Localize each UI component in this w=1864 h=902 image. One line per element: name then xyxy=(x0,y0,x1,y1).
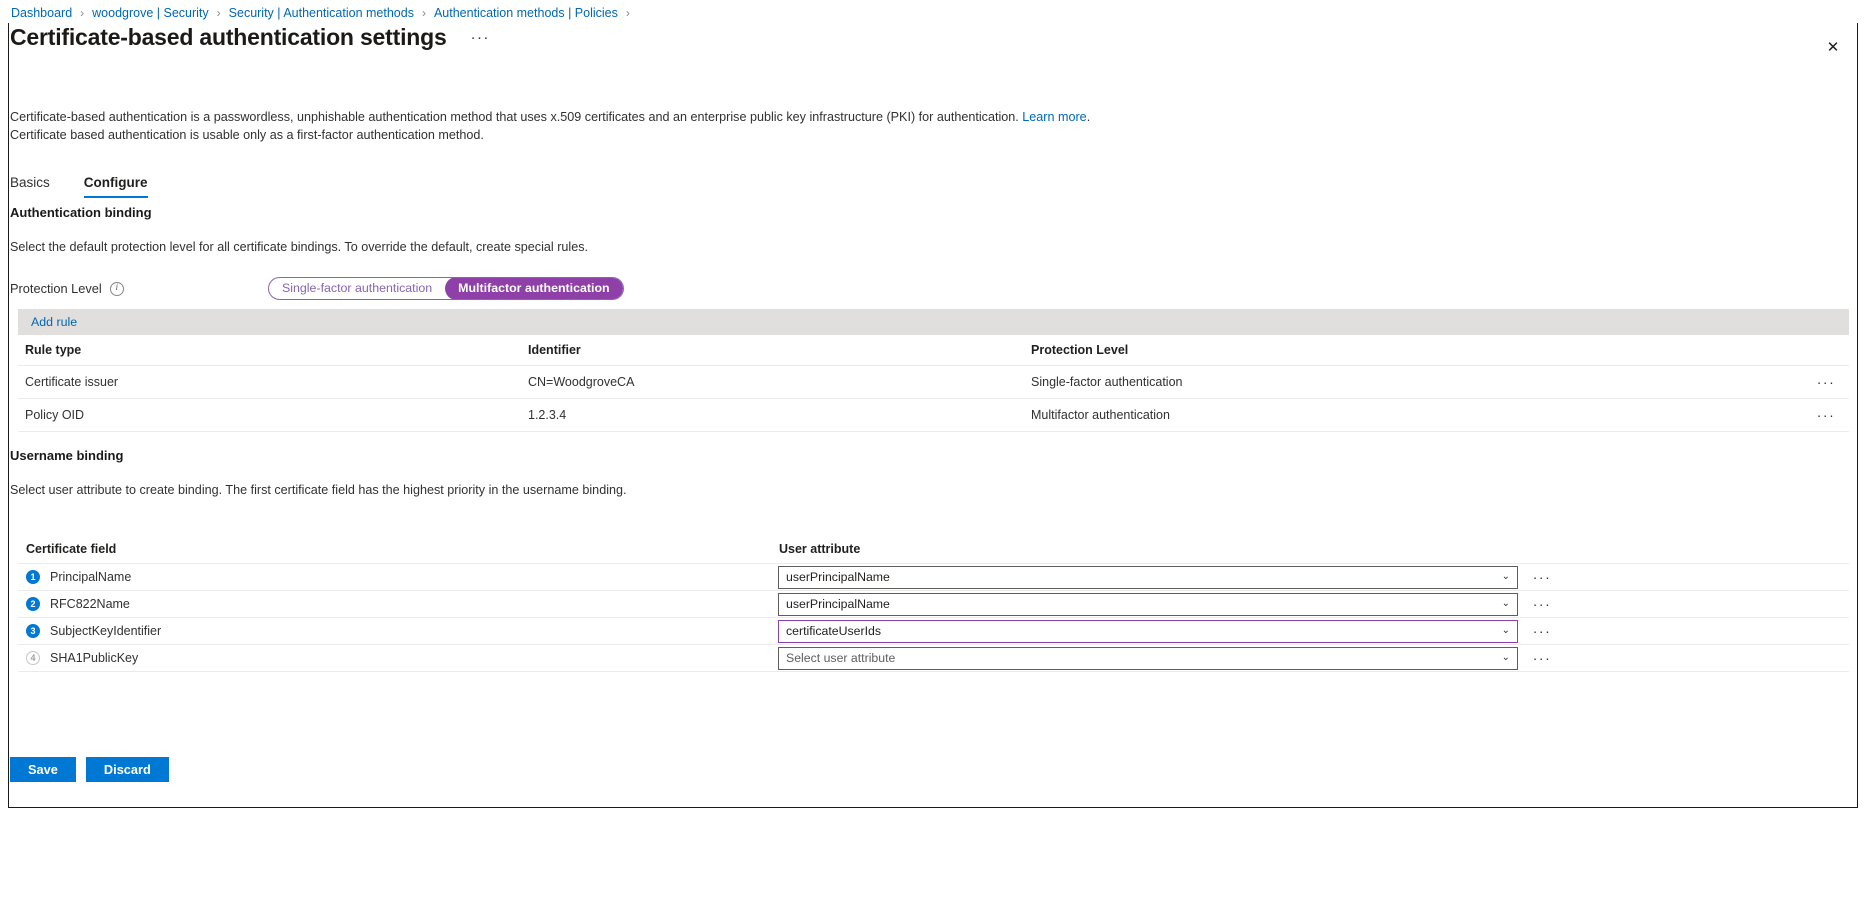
description-line-1: Certificate-based authentication is a pa… xyxy=(10,108,1090,126)
certificate-field-label: SHA1PublicKey xyxy=(50,651,139,665)
tab-configure[interactable]: Configure xyxy=(83,175,158,198)
user-attribute-dropdown[interactable]: userPrincipalName ⌄ xyxy=(778,565,1518,589)
user-attribute-cell: userPrincipalName ⌄ ··· xyxy=(778,565,1849,589)
row-context-menu-icon[interactable]: ··· xyxy=(1803,375,1849,389)
order-badge: 3 xyxy=(26,624,40,638)
certificate-field-label: RFC822Name xyxy=(50,597,130,611)
list-item: 1 PrincipalName userPrincipalName ⌄ ··· xyxy=(18,564,1849,591)
tab-list: Basics Configure xyxy=(10,168,182,198)
discard-button[interactable]: Discard xyxy=(85,757,169,782)
list-item: 3 SubjectKeyIdentifier certificateUserId… xyxy=(18,618,1849,645)
user-attribute-cell: userPrincipalName ⌄ ··· xyxy=(778,592,1849,616)
protection-level-option-multifactor[interactable]: Multifactor authentication xyxy=(445,278,623,299)
protection-level-option-single-factor[interactable]: Single-factor authentication xyxy=(269,278,445,299)
row-context-menu-icon[interactable]: ··· xyxy=(1522,570,1562,584)
rule-type-cell: Certificate issuer xyxy=(25,375,119,389)
username-binding-heading: Username binding xyxy=(10,448,124,463)
certificate-field-label: SubjectKeyIdentifier xyxy=(50,624,162,638)
description-line-1-suffix: . xyxy=(1086,110,1091,124)
title-row: Certificate-based authentication setting… xyxy=(10,24,496,51)
rules-table-header: Rule type Identifier Protection Level xyxy=(18,335,1849,366)
order-badge: 1 xyxy=(26,570,40,584)
breadcrumb-item-authentication-methods-policies[interactable]: Authentication methods | Policies xyxy=(433,6,619,20)
row-context-menu-icon[interactable]: ··· xyxy=(1522,597,1562,611)
user-attribute-value: userPrincipalName xyxy=(786,570,890,584)
rule-type-cell: Policy OID xyxy=(25,408,85,422)
page-title: Certificate-based authentication setting… xyxy=(10,24,447,50)
protection-level-row: Protection Level i Single-factor authent… xyxy=(10,277,630,300)
order-badge: 2 xyxy=(26,597,40,611)
table-row[interactable]: Certificate issuer CN=WoodgroveCA Single… xyxy=(18,366,1849,399)
chevron-down-icon: ⌄ xyxy=(1501,598,1510,609)
breadcrumb: Dashboard › woodgrove | Security › Secur… xyxy=(10,3,637,23)
close-icon[interactable]: ✕ xyxy=(1820,34,1846,60)
user-attribute-value: userPrincipalName xyxy=(786,597,890,611)
breadcrumb-separator-icon: › xyxy=(216,6,221,20)
certificate-field-label: PrincipalName xyxy=(50,570,132,584)
authentication-binding-subtext: Select the default protection level for … xyxy=(10,240,589,254)
protection-level-cell: Multifactor authentication xyxy=(1031,408,1170,422)
chevron-down-icon: ⌄ xyxy=(1501,571,1510,582)
tab-basics[interactable]: Basics xyxy=(10,175,60,198)
certificate-field-cell: 2 RFC822Name xyxy=(18,597,778,611)
breadcrumb-separator-icon: › xyxy=(80,6,85,20)
user-attribute-cell: certificateUserIds ⌄ ··· xyxy=(778,619,1849,643)
user-attribute-dropdown[interactable]: userPrincipalName ⌄ xyxy=(778,592,1518,616)
certificate-field-cell: 3 SubjectKeyIdentifier xyxy=(18,624,778,638)
chevron-down-icon: ⌄ xyxy=(1501,625,1510,636)
info-icon[interactable]: i xyxy=(109,281,124,296)
column-header-protection-level: Protection Level xyxy=(1031,343,1129,357)
column-header-certificate-field: Certificate field xyxy=(26,542,117,556)
description-text: Certificate-based authentication is a pa… xyxy=(10,108,1090,144)
footer-actions: Save Discard xyxy=(10,757,169,782)
row-context-menu-icon[interactable]: ··· xyxy=(1522,624,1562,638)
column-header-rule-type: Rule type xyxy=(25,343,82,357)
list-item: 4 SHA1PublicKey Select user attribute ⌄ … xyxy=(18,645,1849,672)
user-attribute-value: certificateUserIds xyxy=(786,624,881,638)
protection-level-toggle[interactable]: Single-factor authentication Multifactor… xyxy=(268,277,624,300)
user-attribute-dropdown[interactable]: Select user attribute ⌄ xyxy=(778,646,1518,670)
protection-level-label: Protection Level xyxy=(10,281,102,296)
identifier-cell: CN=WoodgroveCA xyxy=(528,375,635,389)
column-header-identifier: Identifier xyxy=(528,343,581,357)
description-line-1-text: Certificate-based authentication is a pa… xyxy=(10,110,1023,124)
identifier-cell: 1.2.3.4 xyxy=(528,408,567,422)
row-context-menu-icon[interactable]: ··· xyxy=(1803,408,1849,422)
certificate-field-cell: 4 SHA1PublicKey xyxy=(18,651,778,665)
breadcrumb-item-dashboard[interactable]: Dashboard xyxy=(10,6,73,20)
breadcrumb-separator-icon: › xyxy=(421,6,426,20)
breadcrumb-item-security-authentication-methods[interactable]: Security | Authentication methods xyxy=(228,6,415,20)
list-item: 2 RFC822Name userPrincipalName ⌄ ··· xyxy=(18,591,1849,618)
column-header-user-attribute: User attribute xyxy=(779,542,861,556)
table-row[interactable]: Policy OID 1.2.3.4 Multifactor authentic… xyxy=(18,399,1849,432)
authentication-binding-heading: Authentication binding xyxy=(10,205,152,220)
protection-level-label-group: Protection Level i xyxy=(10,281,124,296)
add-rule-button[interactable]: Add rule xyxy=(31,315,77,329)
breadcrumb-item-woodgrove-security[interactable]: woodgrove | Security xyxy=(91,6,210,20)
username-binding-table-header: Certificate field User attribute xyxy=(18,535,1849,564)
description-line-2: Certificate based authentication is usab… xyxy=(10,128,484,142)
rules-toolbar: Add rule xyxy=(18,309,1849,335)
more-options-icon[interactable]: ··· xyxy=(465,29,496,47)
save-button[interactable]: Save xyxy=(10,757,76,782)
user-attribute-value: Select user attribute xyxy=(786,651,896,665)
user-attribute-dropdown[interactable]: certificateUserIds ⌄ xyxy=(778,619,1518,643)
user-attribute-cell: Select user attribute ⌄ ··· xyxy=(778,646,1849,670)
row-context-menu-icon[interactable]: ··· xyxy=(1522,651,1562,665)
rules-table: Rule type Identifier Protection Level Ce… xyxy=(18,335,1849,432)
order-badge: 4 xyxy=(26,651,40,665)
chevron-down-icon: ⌄ xyxy=(1501,652,1510,663)
username-binding-subtext: Select user attribute to create binding.… xyxy=(10,483,627,497)
certificate-field-cell: 1 PrincipalName xyxy=(18,570,778,584)
protection-level-cell: Single-factor authentication xyxy=(1031,375,1183,389)
breadcrumb-separator-icon: › xyxy=(625,6,630,20)
learn-more-link[interactable]: Learn more xyxy=(1022,110,1086,124)
username-binding-table: Certificate field User attribute 1 Princ… xyxy=(18,535,1849,672)
